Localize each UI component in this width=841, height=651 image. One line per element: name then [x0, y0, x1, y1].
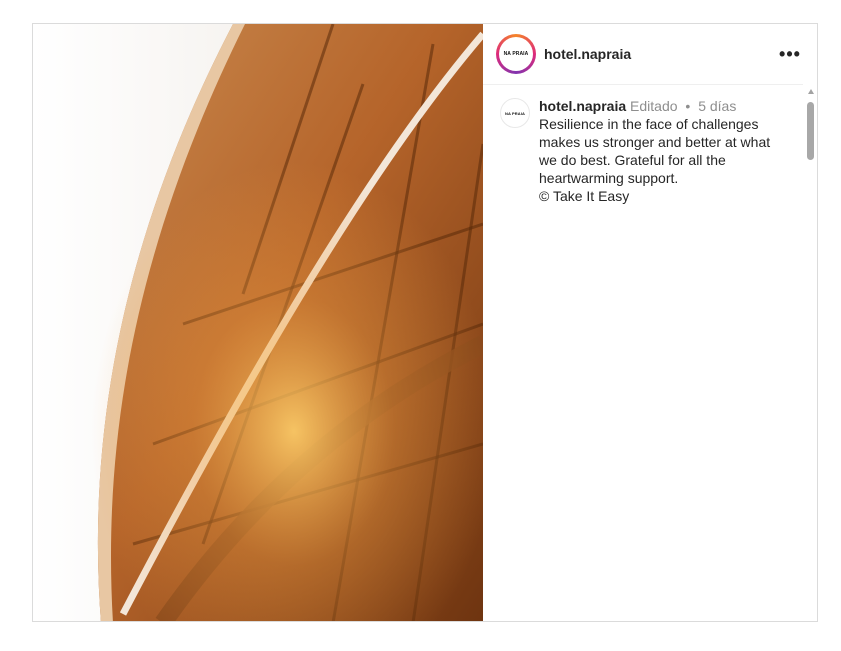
post-photo — [33, 24, 483, 621]
scroll-up-arrow-icon[interactable] — [808, 89, 814, 94]
meta-separator: • — [685, 98, 691, 114]
avatar-logo: NA PRAIA — [499, 37, 533, 71]
caption-comment: hotel.napraia Editado • 5 días Resilienc… — [539, 97, 789, 205]
post-dialog: NA PRAIA hotel.napraia ••• NA PRAIA hote… — [32, 23, 818, 622]
ellipsis-icon: ••• — [779, 44, 801, 64]
post-header: NA PRAIA hotel.napraia ••• — [483, 24, 817, 84]
caption-line: Resilience in the face of challenges — [539, 116, 759, 132]
comment-username-link[interactable]: hotel.napraia — [539, 98, 626, 114]
caption-credit: © Take It Easy — [539, 188, 630, 204]
post-image[interactable] — [33, 24, 483, 621]
edited-label: Editado — [630, 98, 678, 114]
scrollbar-thumb[interactable] — [807, 102, 814, 160]
comments-scroll-area[interactable]: NA PRAIA hotel.napraia Editado • 5 días … — [483, 85, 803, 490]
header-username-link[interactable]: hotel.napraia — [544, 46, 631, 62]
comment-timestamp[interactable]: 5 días — [698, 98, 736, 114]
caption-line: makes us stronger and better at what — [539, 134, 771, 150]
comment-avatar-logo-text: NA PRAIA — [505, 110, 525, 116]
comment-meta: hotel.napraia Editado • 5 días — [539, 97, 789, 115]
comments-scrollbar[interactable] — [805, 85, 817, 490]
more-options-button[interactable]: ••• — [776, 42, 804, 66]
caption-line: heartwarming support. — [539, 170, 679, 186]
profile-avatar[interactable]: NA PRAIA — [496, 34, 536, 74]
caption-line: we do best. Grateful for all the — [539, 152, 726, 168]
comment-avatar[interactable]: NA PRAIA — [500, 98, 530, 128]
post-sidebar: NA PRAIA hotel.napraia ••• NA PRAIA hote… — [483, 24, 817, 621]
avatar-logo-text: NA PRAIA — [503, 51, 529, 57]
